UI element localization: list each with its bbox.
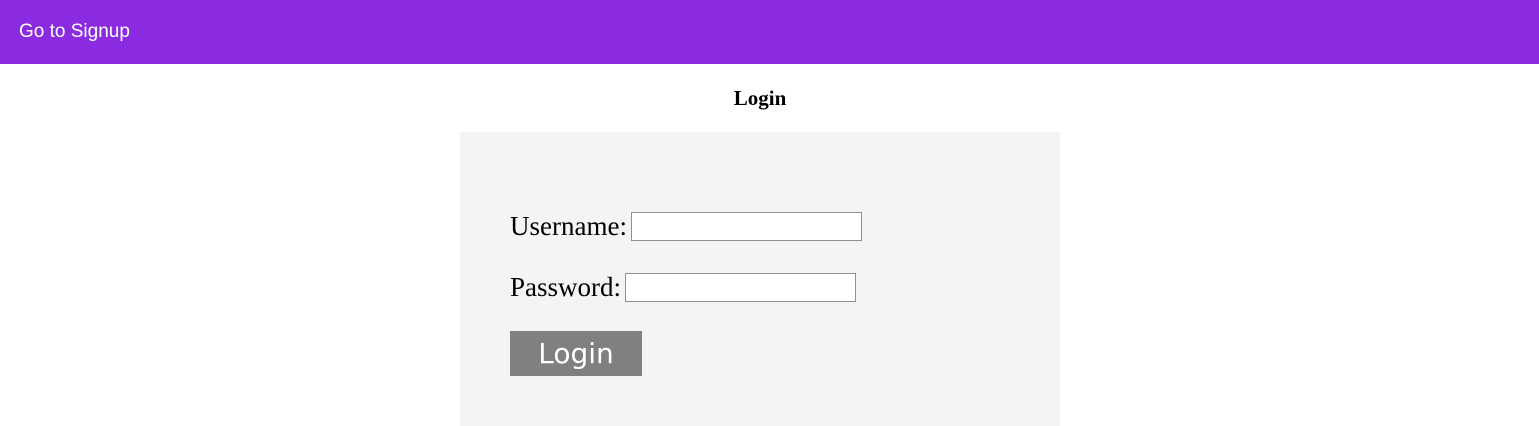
top-nav-bar: Go to Signup xyxy=(0,0,1539,64)
go-to-signup-link[interactable]: Go to Signup xyxy=(19,21,130,43)
username-row: Username: xyxy=(510,210,862,242)
username-input[interactable] xyxy=(630,211,862,241)
password-input[interactable] xyxy=(625,272,857,302)
username-label: Username: xyxy=(510,211,627,241)
login-form-panel: Username: Password: Login xyxy=(460,132,1060,426)
login-button[interactable]: Login xyxy=(510,331,642,376)
password-label: Password: xyxy=(510,272,622,302)
password-row: Password: xyxy=(510,271,857,303)
page-title: Login xyxy=(733,86,787,110)
